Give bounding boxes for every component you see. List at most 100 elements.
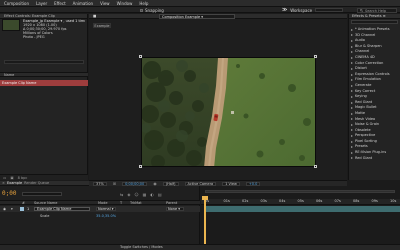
menu-animation[interactable]: Animation — [73, 1, 93, 6]
new-folder-icon[interactable]: ▭ — [3, 176, 6, 180]
expand-triangle-icon[interactable] — [351, 56, 353, 59]
effects-search-input[interactable] — [351, 20, 398, 24]
expand-triangle-icon[interactable] — [351, 157, 353, 160]
menu-help[interactable]: Help — [139, 1, 148, 6]
label-color-swatch[interactable] — [20, 207, 24, 211]
timeline-search-input[interactable] — [22, 192, 62, 196]
time-ruler[interactable]: 0s 01s 02s 03s 04s 05s 06s 07s 08s 09s 10s — [201, 199, 400, 205]
expand-triangle-icon[interactable] — [351, 34, 353, 37]
timeline-track-area[interactable] — [201, 186, 400, 244]
transform-handle[interactable] — [314, 165, 317, 168]
graph-editor-icon[interactable]: ▤ — [158, 192, 162, 197]
timeline-timecode[interactable]: 0;00 — [2, 190, 20, 197]
frame-blend-icon[interactable]: ▦ — [143, 192, 147, 197]
visibility-eye-icon[interactable]: ◉ — [3, 207, 6, 211]
current-time-indicator[interactable] — [204, 197, 206, 244]
ruler-tick-label: 04s — [279, 199, 286, 203]
close-icon[interactable]: × — [2, 181, 5, 185]
expand-triangle-icon[interactable] — [351, 140, 353, 143]
workspace-dropdown[interactable] — [315, 8, 344, 12]
menu-view[interactable]: View — [100, 1, 110, 6]
expand-triangle-icon[interactable] — [351, 146, 353, 149]
views-dropdown[interactable]: 1 View — [222, 181, 240, 186]
expand-triangle-icon[interactable] — [351, 62, 353, 65]
expand-triangle-icon[interactable] — [351, 112, 353, 115]
layer-mode-dropdown[interactable]: Normal ▾ — [96, 207, 116, 211]
menu-bar: Composition Layer Effect Animation View … — [0, 0, 400, 7]
composition-lock-icon[interactable]: ■ — [93, 14, 96, 19]
timeline-layer-row[interactable]: ◉ ▾ 1 Example Clip Name Normal ▾ None ▾ — [0, 206, 200, 212]
expand-triangle-icon[interactable] — [351, 101, 353, 104]
comp-flowchart-icon[interactable]: ⇆ — [120, 192, 123, 197]
expand-triangle-icon[interactable] — [351, 84, 353, 87]
project-column-header: Name — [0, 72, 88, 77]
expand-triangle-icon[interactable] — [351, 45, 353, 48]
ruler-tick-label: 03s — [260, 199, 267, 203]
timeline-footer — [0, 244, 400, 250]
exposure-value[interactable]: +0.0 — [245, 181, 261, 186]
tab-effect-controls[interactable]: Effect Controls: Example Clip — [4, 14, 55, 18]
effects-category-item[interactable]: Red Giant — [351, 156, 400, 162]
transform-handle[interactable] — [139, 165, 142, 168]
menu-layer[interactable]: Layer — [36, 1, 47, 6]
tab-composition[interactable]: Composition Example ▾ — [159, 14, 235, 19]
tab-effects-presets[interactable]: Effects & Presets ≡ — [352, 14, 386, 18]
workspace-selector[interactable]: ≫ Workspace — [282, 7, 354, 13]
expand-triangle-icon[interactable] — [351, 118, 353, 121]
snapping-toggle[interactable]: Snapping — [140, 7, 164, 13]
expand-triangle-icon[interactable] — [351, 90, 353, 93]
transform-handle[interactable] — [139, 55, 142, 58]
panel-layout-icon[interactable]: ≫ — [282, 7, 287, 13]
menu-window[interactable]: Window — [117, 1, 133, 6]
expand-triangle-icon[interactable]: ▾ — [11, 207, 13, 211]
expand-triangle-icon[interactable] — [351, 39, 353, 42]
current-time-readout[interactable]: 0;00;00;00 — [122, 181, 148, 186]
expand-triangle-icon[interactable] — [351, 95, 353, 98]
expand-triangle-icon[interactable] — [351, 135, 353, 138]
expand-triangle-icon[interactable] — [351, 67, 353, 70]
tab-composition-sub[interactable]: Example — [93, 23, 111, 28]
new-comp-icon[interactable]: ▣ — [10, 176, 13, 180]
time-navigator[interactable] — [205, 190, 395, 193]
layer-name[interactable]: Example Clip Name — [34, 207, 90, 211]
column-name[interactable]: Name — [4, 73, 14, 77]
expand-triangle-icon[interactable] — [351, 51, 353, 54]
ruler-tick-label: 10s — [390, 199, 397, 203]
search-help-input[interactable]: Search Help — [357, 8, 397, 13]
composition-tab-label: Composition Example ▾ — [162, 14, 204, 19]
tab-timeline-example[interactable]: Example — [7, 181, 22, 185]
property-value[interactable]: 35.0,35.0% — [96, 214, 116, 218]
composition-viewer[interactable] — [141, 57, 316, 167]
motion-blur-icon[interactable]: ◐ — [150, 192, 154, 197]
layer-parent-dropdown[interactable]: None ▾ — [166, 207, 184, 211]
layer-index: 1 — [27, 207, 30, 211]
tab-render-queue[interactable]: Render Queue — [24, 181, 49, 185]
workspace-label: Workspace — [290, 7, 313, 13]
menu-composition[interactable]: Composition — [4, 1, 29, 6]
column-source-name[interactable]: Source Name — [34, 201, 57, 205]
expand-triangle-icon[interactable] — [351, 79, 353, 82]
draft-3d-icon[interactable]: ◈ — [127, 192, 130, 197]
menu-effect[interactable]: Effect — [54, 1, 66, 6]
layer-duration-bar[interactable] — [205, 206, 400, 212]
expand-triangle-icon[interactable] — [351, 129, 353, 132]
shy-icon[interactable]: ☺ — [134, 192, 138, 197]
column-parent[interactable]: Parent — [166, 201, 177, 205]
expand-triangle-icon[interactable] — [351, 151, 353, 154]
bpc-label[interactable]: 8 bpc — [18, 176, 28, 180]
expand-triangle-icon[interactable] — [351, 123, 353, 126]
camera-dropdown[interactable]: Active Camera — [184, 181, 217, 186]
toggle-switches-modes[interactable]: Toggle Switches / Modes — [120, 245, 163, 249]
column-mode[interactable]: Mode — [98, 201, 108, 205]
ruler-tick-label: 02s — [242, 199, 249, 203]
project-search-input[interactable] — [4, 60, 84, 64]
expand-triangle-icon[interactable] — [351, 28, 353, 31]
expand-triangle-icon[interactable] — [351, 107, 353, 110]
column-trkmat[interactable]: TrkMat — [130, 201, 142, 205]
zoom-dropdown[interactable]: 37% — [93, 181, 107, 186]
expand-triangle-icon[interactable] — [351, 73, 353, 76]
resolution-dropdown[interactable]: (Half) — [162, 181, 179, 186]
checkbox-icon[interactable] — [140, 8, 143, 12]
transform-handle[interactable] — [314, 55, 317, 58]
project-item-selected[interactable]: Example Clip Name — [0, 80, 88, 86]
